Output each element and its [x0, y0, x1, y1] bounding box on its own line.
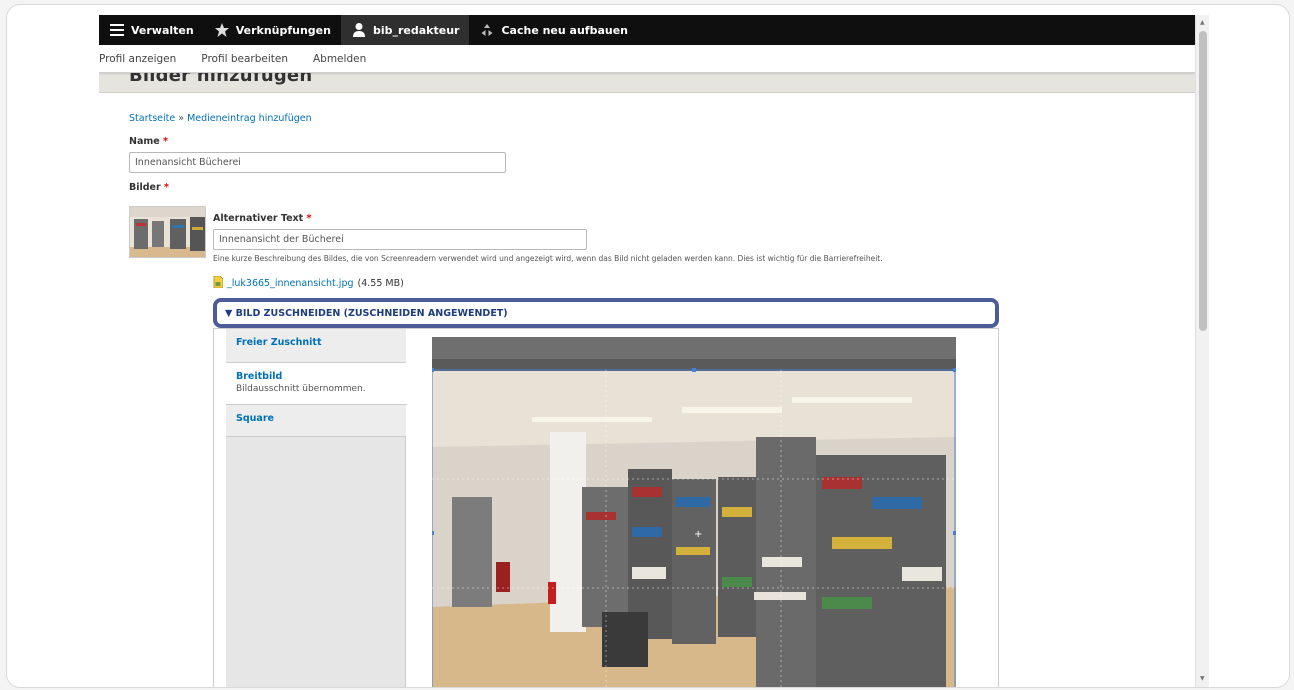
toolbar-item-label: Verwalten — [131, 23, 194, 37]
crop-widget: Freier Zuschnitt Breitbild Bildausschnit… — [213, 328, 999, 687]
svg-text:+: + — [694, 529, 702, 540]
alt-text-description: Eine kurze Beschreibung des Bildes, die … — [213, 254, 883, 263]
browser-frame: Verwalten Verknüpfungen bib_redakteur Ca… — [6, 4, 1290, 688]
recycle-icon — [479, 22, 495, 38]
breadcrumb-link-add-media[interactable]: Medieneintrag hinzufügen — [187, 113, 312, 124]
tray-link-view-profile[interactable]: Profil anzeigen — [99, 53, 176, 65]
tray-link-logout[interactable]: Abmelden — [313, 53, 366, 65]
library-photo: + — [432, 337, 956, 687]
scroll-down-arrow-icon[interactable]: ▼ — [1200, 675, 1205, 682]
toolbar-item-label: Cache neu aufbauen — [501, 23, 629, 37]
page-header: Bilder hinzufügen — [99, 73, 1195, 93]
tab-status: Bildausschnitt übernommen. — [236, 384, 366, 394]
crop-summary-label: ▼ BILD ZUSCHNEIDEN (ZUSCHNEIDEN ANGEWEND… — [225, 307, 508, 319]
image-thumbnail — [129, 206, 206, 258]
toolbar-item-shortcuts[interactable]: Verknüpfungen — [204, 15, 341, 45]
toolbar-item-manage[interactable]: Verwalten — [99, 15, 204, 45]
breadcrumb: Startseite » Medieneintrag hinzufügen — [129, 113, 312, 124]
user-icon — [351, 22, 367, 38]
admin-toolbar: Verwalten Verknüpfungen bib_redakteur Ca… — [99, 15, 1195, 45]
tab-title: Square — [236, 413, 274, 424]
tab-free-crop[interactable]: Freier Zuschnitt — [226, 329, 406, 363]
tab-title: Freier Zuschnitt — [236, 337, 322, 348]
file-size: (4.55 MB) — [357, 278, 404, 289]
toolbar-item-label: bib_redakteur — [372, 23, 460, 37]
required-marker: * — [163, 136, 168, 147]
crop-stage[interactable]: + — [432, 337, 956, 687]
toolbar-item-user[interactable]: bib_redakteur — [340, 15, 470, 45]
main-content: Startseite » Medieneintrag hinzufügen Na… — [99, 93, 1195, 687]
required-marker: * — [164, 182, 169, 193]
toolbar-item-cache[interactable]: Cache neu aufbauen — [469, 15, 638, 45]
page-viewport: Verwalten Verknüpfungen bib_redakteur Ca… — [99, 15, 1195, 687]
toolbar-item-label: Verknüpfungen — [235, 23, 331, 37]
breadcrumb-separator: » — [178, 113, 185, 124]
name-input[interactable] — [129, 152, 506, 173]
required-marker: * — [306, 213, 312, 224]
scroll-up-arrow-icon[interactable]: ▲ — [1200, 19, 1205, 26]
vertical-scrollbar[interactable]: ▲ ▼ — [1195, 15, 1209, 687]
breadcrumb-link-home[interactable]: Startseite — [129, 113, 175, 124]
tab-title: Breitbild — [236, 371, 283, 382]
alt-text-label: Alternativer Text * — [213, 213, 312, 224]
name-label: Name * — [129, 136, 168, 147]
file-entry: _luk3665_innenansicht.jpg (4.55 MB) — [213, 275, 404, 291]
star-icon — [214, 22, 230, 38]
crop-tabs: Freier Zuschnitt Breitbild Bildausschnit… — [226, 329, 407, 687]
tab-widescreen[interactable]: Breitbild Bildausschnitt übernommen. — [226, 363, 407, 405]
menu-icon — [109, 22, 125, 38]
tab-square[interactable]: Square — [226, 405, 406, 437]
tray-link-edit-profile[interactable]: Profil bearbeiten — [201, 53, 288, 65]
alt-text-input[interactable] — [213, 229, 587, 250]
page-title: Bilder hinzufügen — [129, 73, 313, 86]
images-label: Bilder * — [129, 182, 169, 193]
user-tray: Profil anzeigen Profil bearbeiten Abmeld… — [99, 45, 1195, 73]
crop-details-summary[interactable]: ▼ BILD ZUSCHNEIDEN (ZUSCHNEIDEN ANGEWEND… — [213, 298, 999, 328]
scrollbar-thumb[interactable] — [1199, 31, 1207, 331]
file-link[interactable]: _luk3665_innenansicht.jpg — [227, 278, 354, 289]
image-file-icon — [213, 275, 224, 291]
